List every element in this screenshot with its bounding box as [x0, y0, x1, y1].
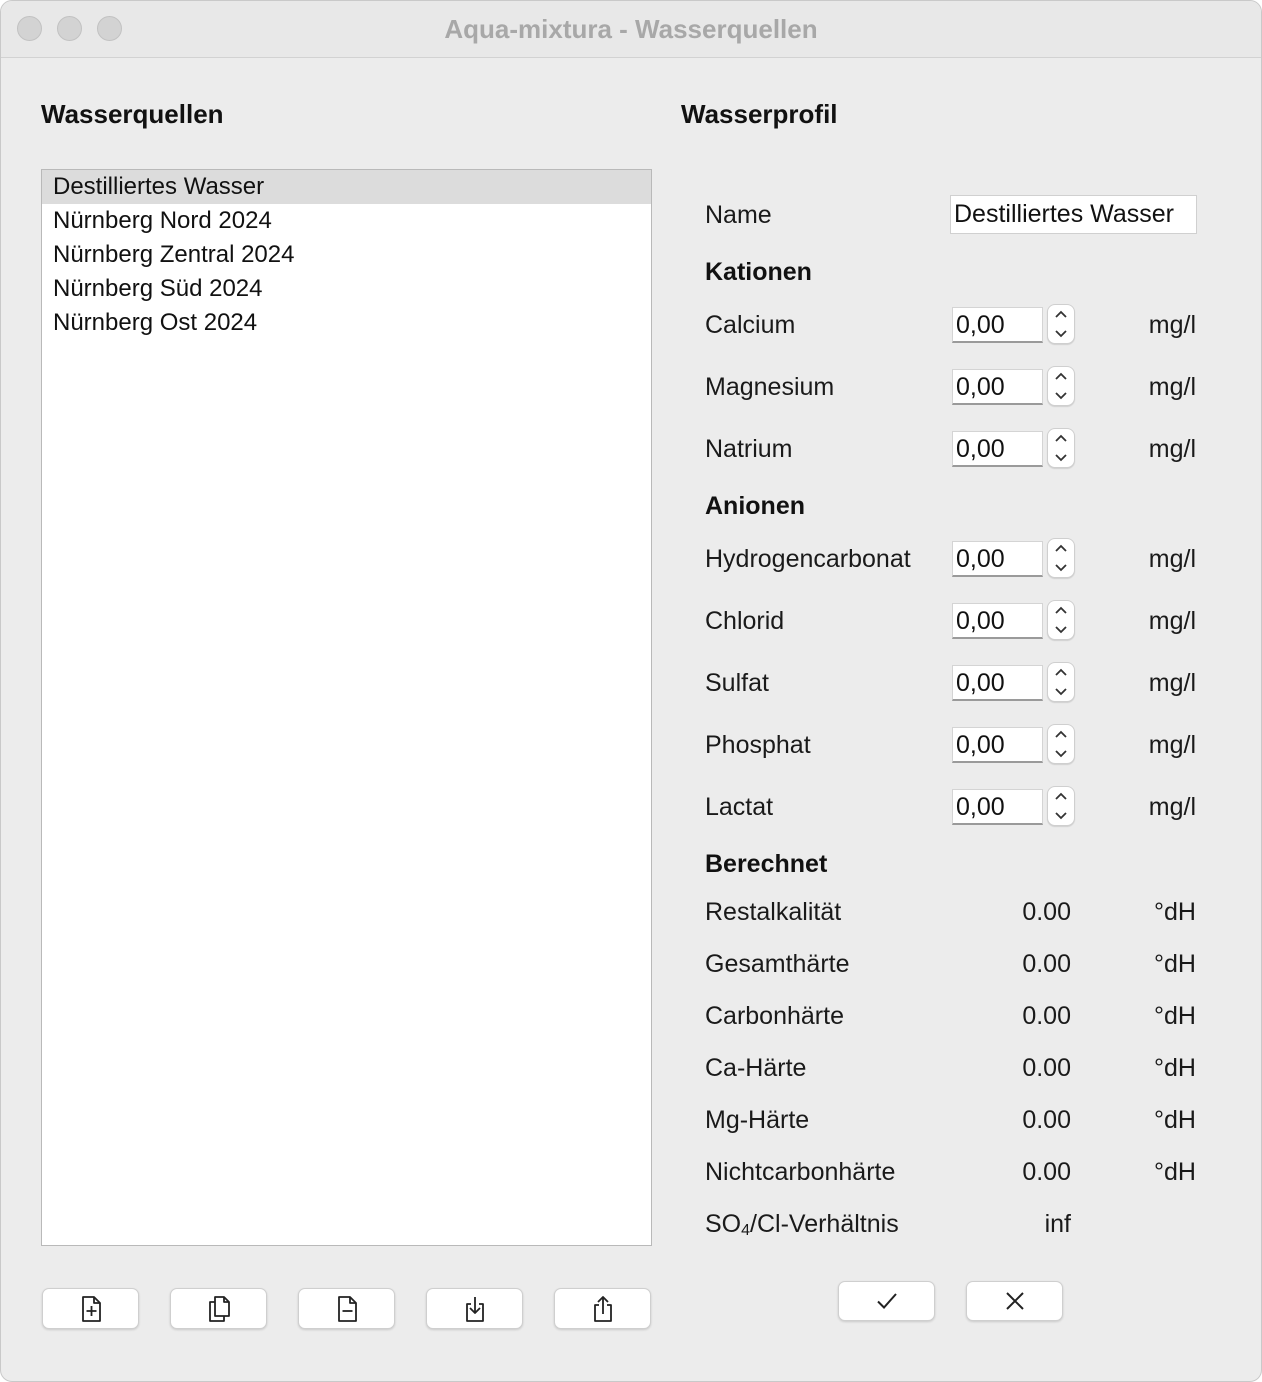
anions-heading: Anionen [705, 492, 805, 520]
chevron-up-icon[interactable] [1048, 787, 1074, 806]
app-window: Aqua-mixtura - Wasserquellen Wasserquell… [0, 0, 1262, 1382]
window-title: Aqua-mixtura - Wasserquellen [444, 14, 818, 44]
new-document-icon [81, 1295, 101, 1322]
export-source-button[interactable] [554, 1288, 651, 1329]
hydrogencarbonat-label: Hydrogencarbonat [705, 545, 911, 573]
import-source-button[interactable] [426, 1288, 523, 1329]
sulfat-label: Sulfat [705, 669, 769, 697]
chevron-up-icon[interactable] [1048, 367, 1074, 386]
sulfat-field[interactable]: 0,00 [952, 665, 1043, 701]
sulfat-stepper[interactable] [1047, 662, 1075, 702]
gesamthaerte-value: 0.00 [1022, 950, 1071, 978]
hydrogencarbonat-field[interactable]: 0,00 [952, 541, 1043, 577]
checkmark-icon [876, 1293, 897, 1309]
chevron-up-icon[interactable] [1048, 663, 1074, 682]
chevron-up-icon[interactable] [1048, 305, 1074, 324]
list-item[interactable]: Nürnberg Zentral 2024 [42, 238, 651, 272]
carbonhaerte-label: Carbonhärte [705, 1002, 844, 1030]
list-item[interactable]: Nürnberg Süd 2024 [42, 272, 651, 306]
natrium-label: Natrium [705, 435, 793, 463]
phosphat-label: Phosphat [705, 731, 811, 759]
calcium-stepper[interactable] [1047, 304, 1075, 344]
calcium-unit: mg/l [1148, 311, 1196, 339]
natrium-unit: mg/l [1148, 435, 1196, 463]
remove-document-icon [337, 1295, 357, 1322]
remove-source-button[interactable] [298, 1288, 395, 1329]
add-source-button[interactable] [42, 1288, 139, 1329]
restalkalitaet-unit: °dH [1154, 898, 1196, 926]
chevron-down-icon[interactable] [1048, 682, 1074, 701]
natrium-stepper[interactable] [1047, 428, 1075, 468]
natrium-field[interactable]: 0,00 [952, 431, 1043, 467]
magnesium-field[interactable]: 0,00 [952, 369, 1043, 405]
chlorid-stepper[interactable] [1047, 600, 1075, 640]
magnesium-label: Magnesium [705, 373, 835, 401]
restalkalitaet-label: Restalkalität [705, 898, 842, 926]
so4-cl-ratio-value: inf [1044, 1210, 1071, 1238]
list-item[interactable]: Destilliertes Wasser [42, 170, 651, 204]
calcium-field[interactable]: 0,00 [952, 307, 1043, 343]
chevron-down-icon[interactable] [1048, 558, 1074, 577]
calcium-label: Calcium [705, 311, 796, 339]
mg-haerte-label: Mg-Härte [705, 1106, 810, 1134]
chevron-down-icon[interactable] [1048, 620, 1074, 639]
sources-title: Wasserquellen [41, 99, 224, 129]
duplicate-source-button[interactable] [170, 1288, 267, 1329]
mg-haerte-unit: °dH [1154, 1106, 1196, 1134]
title-bar: Aqua-mixtura - Wasserquellen [1, 1, 1261, 58]
lactat-label: Lactat [705, 793, 774, 821]
name-field[interactable]: Destilliertes Wasser [950, 195, 1197, 234]
restalkalitaet-value: 0.00 [1022, 898, 1071, 926]
chlorid-label: Chlorid [705, 607, 785, 635]
import-icon [465, 1296, 484, 1322]
chevron-up-icon[interactable] [1048, 725, 1074, 744]
magnesium-unit: mg/l [1148, 373, 1196, 401]
carbonhaerte-value: 0.00 [1022, 1002, 1071, 1030]
chevron-down-icon[interactable] [1048, 448, 1074, 467]
phosphat-stepper[interactable] [1047, 724, 1075, 764]
confirm-button[interactable] [838, 1281, 935, 1321]
name-label: Name [705, 201, 772, 229]
chlorid-field[interactable]: 0,00 [952, 603, 1043, 639]
duplicate-icon [208, 1295, 230, 1322]
chevron-down-icon[interactable] [1048, 386, 1074, 405]
nichtcarbonhaerte-label: Nichtcarbonhärte [705, 1158, 896, 1186]
nichtcarbonhaerte-value: 0.00 [1022, 1158, 1071, 1186]
phosphat-field[interactable]: 0,00 [952, 727, 1043, 763]
gesamthaerte-label: Gesamthärte [705, 950, 850, 978]
list-item[interactable]: Nürnberg Nord 2024 [42, 204, 651, 238]
close-icon [1005, 1292, 1024, 1310]
nichtcarbonhaerte-unit: °dH [1154, 1158, 1196, 1186]
computed-heading: Berechnet [705, 850, 828, 878]
lactat-unit: mg/l [1148, 793, 1196, 821]
carbonhaerte-unit: °dH [1154, 1002, 1196, 1030]
ca-haerte-value: 0.00 [1022, 1054, 1071, 1082]
share-icon [593, 1295, 612, 1322]
cancel-button[interactable] [966, 1281, 1063, 1321]
chevron-up-icon[interactable] [1048, 429, 1074, 448]
gesamthaerte-unit: °dH [1154, 950, 1196, 978]
chlorid-unit: mg/l [1148, 607, 1196, 635]
phosphat-unit: mg/l [1148, 731, 1196, 759]
profile-title: Wasserprofil [681, 99, 838, 129]
chevron-down-icon[interactable] [1048, 806, 1074, 825]
lactat-stepper[interactable] [1047, 786, 1075, 826]
chevron-down-icon[interactable] [1048, 744, 1074, 763]
chevron-up-icon[interactable] [1048, 539, 1074, 558]
sulfat-unit: mg/l [1148, 669, 1196, 697]
chevron-up-icon[interactable] [1048, 601, 1074, 620]
list-item[interactable]: Nürnberg Ost 2024 [42, 306, 651, 340]
hydrogencarbonat-unit: mg/l [1148, 545, 1196, 573]
ca-haerte-label: Ca-Härte [705, 1054, 807, 1082]
ca-haerte-unit: °dH [1154, 1054, 1196, 1082]
chevron-down-icon[interactable] [1048, 324, 1074, 343]
magnesium-stepper[interactable] [1047, 366, 1075, 406]
lactat-field[interactable]: 0,00 [952, 789, 1043, 825]
hydrogencarbonat-stepper[interactable] [1047, 538, 1075, 578]
cations-heading: Kationen [705, 258, 812, 286]
mg-haerte-value: 0.00 [1022, 1106, 1071, 1134]
so4-cl-ratio-label: SO4/Cl-Verhältnis [705, 1210, 899, 1239]
sources-list[interactable]: Destilliertes Wasser Nürnberg Nord 2024 … [41, 169, 652, 1246]
